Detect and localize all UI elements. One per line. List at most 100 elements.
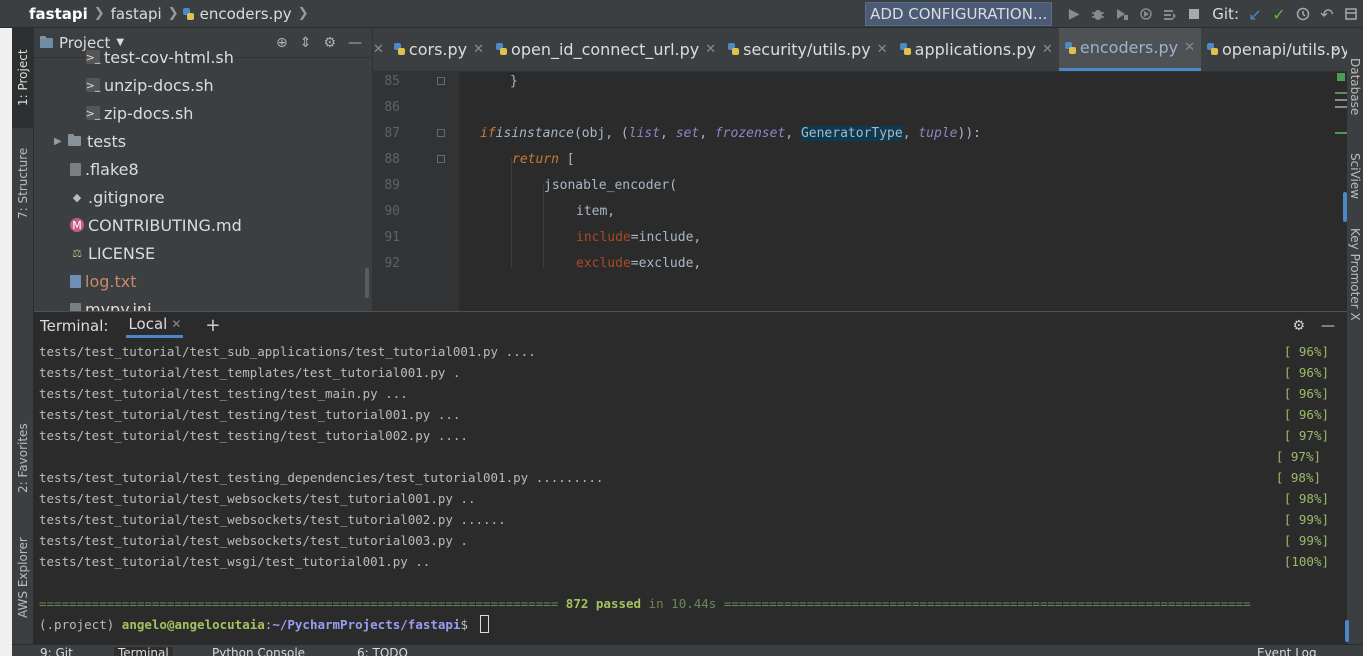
breadcrumb-project[interactable]: fastapi bbox=[27, 5, 90, 23]
code-line[interactable]: 91 include=include, bbox=[373, 224, 1347, 250]
git-history-icon[interactable] bbox=[1292, 3, 1314, 25]
editor-tab[interactable]: openapi/utils.py✕ bbox=[1201, 28, 1347, 71]
tree-item[interactable]: .flake8 bbox=[70, 155, 139, 183]
git-commit-icon[interactable]: ✓ bbox=[1268, 3, 1290, 25]
locate-file-icon[interactable]: ⊕ bbox=[276, 35, 288, 51]
editor-tab-label: applications.py bbox=[914, 39, 1036, 59]
tree-item[interactable]: ▶ tests bbox=[54, 127, 126, 155]
change-marker bbox=[1335, 92, 1347, 94]
terminal-line-text: tests/test_tutorial/test_testing_depende… bbox=[39, 470, 604, 485]
code-line[interactable]: 92 exclude=exclude, bbox=[373, 250, 1347, 276]
add-configuration-button[interactable]: ADD CONFIGURATION... bbox=[865, 2, 1053, 26]
tree-item[interactable]: >_ test-cov-html.sh bbox=[86, 43, 234, 71]
collapse-all-icon[interactable]: ⇕ bbox=[300, 35, 312, 51]
build-icon[interactable] bbox=[1159, 3, 1181, 25]
bottom-tab-git[interactable]: 9: Git bbox=[40, 647, 73, 656]
code-text: jsonable_encoder( bbox=[544, 178, 677, 193]
run-with-coverage-icon[interactable] bbox=[1111, 3, 1133, 25]
tree-item-label: mypy.ini bbox=[85, 299, 152, 312]
new-terminal-tab-button[interactable]: + bbox=[205, 315, 220, 336]
git-rollback-icon[interactable]: ↶ bbox=[1316, 3, 1338, 25]
tool-tab-favorites[interactable]: 2: Favorites bbox=[12, 408, 34, 508]
bottom-tab-todo[interactable]: 6: TODO bbox=[357, 647, 408, 656]
line-number: 86 bbox=[384, 99, 400, 115]
tree-item[interactable]: log.txt bbox=[70, 267, 137, 295]
terminal-tab-local[interactable]: Local ✕ bbox=[126, 313, 184, 338]
tool-tab-structure[interactable]: 7: Structure bbox=[12, 133, 34, 233]
tool-tab-project[interactable]: 1: Project bbox=[12, 28, 34, 128]
close-icon[interactable]: ✕ bbox=[1184, 40, 1195, 55]
code-line[interactable]: 89 jsonable_encoder( bbox=[373, 172, 1347, 198]
tool-tab-structure-label: 7: Structure bbox=[16, 147, 30, 219]
terminal-line: tests/test_tutorial/test_testing_depende… bbox=[39, 467, 1329, 488]
editor-tab[interactable]: encoders.py ✕ bbox=[1058, 28, 1201, 71]
line-number: 91 bbox=[384, 229, 400, 245]
close-icon[interactable]: ✕ bbox=[1042, 42, 1053, 57]
editor-tab[interactable]: security/utils.py ✕ bbox=[722, 28, 894, 71]
python-file-icon bbox=[728, 43, 740, 55]
inspection-ok-marker[interactable] bbox=[1337, 73, 1345, 81]
expand-arrow-icon[interactable]: ▶ bbox=[54, 136, 68, 147]
git-branches-icon[interactable] bbox=[1340, 3, 1362, 25]
terminal-line-text: tests/test_tutorial/test_testing/test_tu… bbox=[39, 407, 461, 422]
tool-tab-database[interactable]: Database bbox=[1347, 58, 1363, 148]
code-line[interactable]: 90 item, bbox=[373, 198, 1347, 224]
terminal-tool-window: Terminal: Local ✕ + ⚙ — tests/test_tutor… bbox=[34, 311, 1349, 644]
editor-tab-label: encoders.py bbox=[1079, 38, 1179, 57]
project-scrollbar[interactable] bbox=[365, 268, 369, 298]
terminal-scrollbar[interactable] bbox=[1345, 620, 1349, 642]
profile-icon[interactable] bbox=[1135, 3, 1157, 25]
editor-tab[interactable]: applications.py ✕ bbox=[894, 28, 1059, 71]
editor-scrollbar[interactable] bbox=[1343, 192, 1347, 222]
chevron-down-icon[interactable]: ⌄ bbox=[1330, 40, 1341, 55]
bottom-tab-python-console[interactable]: Python Console bbox=[212, 647, 305, 656]
tool-tab-key-promoter[interactable]: Key Promoter X bbox=[1347, 228, 1363, 348]
close-icon[interactable]: ✕ bbox=[877, 42, 888, 57]
fold-marker-icon[interactable] bbox=[437, 155, 445, 163]
progress-percent: [ 96%] bbox=[1283, 386, 1329, 401]
editor-tab-label: security/utils.py bbox=[743, 39, 871, 59]
hide-panel-icon[interactable]: — bbox=[348, 35, 362, 51]
tree-item-label: test-cov-html.sh bbox=[104, 47, 234, 67]
editor-tab[interactable]: open_id_connect_url.py ✕ bbox=[490, 28, 722, 71]
breadcrumb-file[interactable]: encoders.py bbox=[198, 5, 294, 23]
bottom-tab-terminal[interactable]: Terminal bbox=[114, 647, 173, 656]
terminal-prompt[interactable]: (.project) angelo@angelocutaia:~/Pycharm… bbox=[39, 614, 489, 636]
editor-tab-label: open_id_connect_url.py bbox=[511, 39, 700, 59]
run-icon[interactable]: ▶ bbox=[1063, 3, 1085, 25]
indent-guide bbox=[511, 158, 512, 268]
editor-tab[interactable]: cors.py ✕ bbox=[388, 28, 490, 71]
hide-panel-icon[interactable]: — bbox=[1321, 318, 1335, 334]
code-line[interactable]: 85} bbox=[373, 68, 1347, 94]
close-icon[interactable]: ✕ bbox=[473, 42, 484, 57]
tree-item[interactable]: ⚖ LICENSE bbox=[70, 239, 155, 267]
git-update-icon[interactable]: ↙ bbox=[1244, 3, 1266, 25]
stop-icon[interactable] bbox=[1183, 3, 1205, 25]
gear-icon[interactable]: ⚙ bbox=[1292, 318, 1305, 334]
terminal-line: [ 97%] bbox=[39, 446, 1329, 467]
prompt-dollar: $ bbox=[460, 617, 476, 632]
tree-item[interactable]: M CONTRIBUTING.md bbox=[70, 211, 242, 239]
gear-icon[interactable]: ⚙ bbox=[323, 35, 336, 51]
close-icon[interactable]: ✕ bbox=[373, 28, 388, 71]
tool-tab-aws-explorer[interactable]: AWS Explorer bbox=[12, 523, 34, 633]
code-line[interactable]: 86 bbox=[373, 94, 1347, 120]
chevron-right-icon: ❯ bbox=[297, 6, 309, 21]
python-file-icon bbox=[1206, 43, 1218, 55]
breadcrumb-folder[interactable]: fastapi bbox=[109, 5, 164, 23]
bottom-tab-event-log[interactable]: Event Log bbox=[1257, 647, 1317, 656]
tree-item[interactable]: mypy.ini bbox=[70, 295, 152, 311]
tree-item[interactable]: >_ unzip-docs.sh bbox=[86, 71, 214, 99]
tree-item[interactable]: ◆ .gitignore bbox=[70, 183, 165, 211]
tool-tab-database-label: Database bbox=[1348, 58, 1362, 116]
tree-item[interactable]: >_ zip-docs.sh bbox=[86, 99, 194, 127]
code-token: exclude bbox=[576, 255, 631, 271]
debug-icon[interactable] bbox=[1087, 3, 1109, 25]
fold-marker-icon[interactable] bbox=[437, 77, 445, 85]
terminal-line-text: tests/test_tutorial/test_sub_application… bbox=[39, 344, 536, 359]
code-line[interactable]: 87 ifisinstance(obj, (list, set, frozense… bbox=[373, 120, 1347, 146]
fold-marker-icon[interactable] bbox=[437, 129, 445, 137]
close-icon[interactable]: ✕ bbox=[705, 42, 716, 57]
code-line[interactable]: 88 return [ bbox=[373, 146, 1347, 172]
close-icon[interactable]: ✕ bbox=[171, 317, 181, 331]
